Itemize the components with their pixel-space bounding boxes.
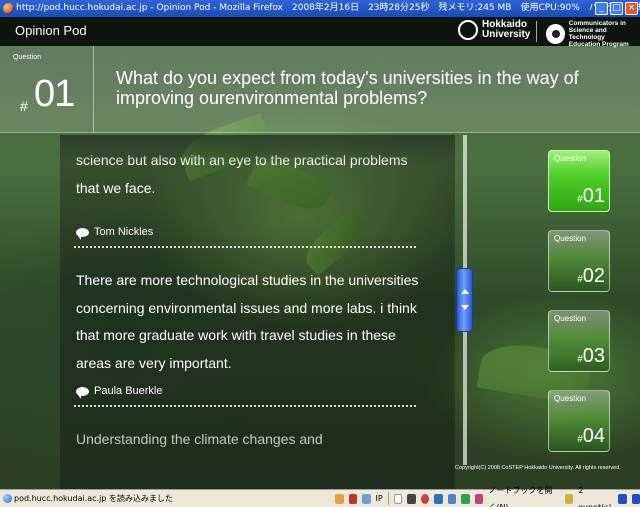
status-addons: IP ノートブックを開く(N) 2 event(s) <box>335 486 640 507</box>
scroll-up-arrow-icon[interactable] <box>461 289 469 294</box>
tile-number: 03 <box>582 345 605 367</box>
window-title: http://pod.hucc.hokudai.ac.jp - Opinion … <box>16 3 640 13</box>
question-hash: # <box>20 98 28 114</box>
app-title: Opinion Pod <box>15 23 87 38</box>
answer-author-name: Paula Buerkle <box>94 385 163 397</box>
hokkaido-university-logo[interactable]: Hokkaido University <box>458 20 530 40</box>
logo-divider <box>536 21 537 42</box>
question-tile-03[interactable]: Question #03 <box>548 310 610 372</box>
logo-program-line2: Science and Technology <box>568 27 607 41</box>
answer-separator <box>74 405 416 407</box>
tile-number: 02 <box>582 265 605 287</box>
costep-logo[interactable]: Communicators in Science and Technology … <box>546 20 640 48</box>
question-number: 01 <box>34 73 75 115</box>
question-label: Question <box>13 54 42 61</box>
status-text: pod.hucc.hokudai.ac.jp を読み込みました <box>14 494 173 503</box>
answer-text: There are more technological studies in … <box>76 272 419 371</box>
fade-bottom <box>60 439 455 489</box>
sync-down-icon[interactable] <box>631 493 640 504</box>
tile-label: Question <box>554 394 587 403</box>
banner-divider <box>93 46 94 133</box>
app-header: Opinion Pod Hokkaido University Communic… <box>0 17 640 48</box>
addon-icon[interactable] <box>461 493 470 504</box>
costep-gear-icon <box>546 24 565 44</box>
ip-label[interactable]: IP <box>376 490 383 507</box>
browser-statusbar: pod.hucc.hokudai.ac.jp を読み込みました IP ノートブッ… <box>0 486 640 507</box>
answers-list[interactable]: science but also with an eye to the prac… <box>60 135 455 489</box>
minimize-button[interactable]: _ <box>595 2 608 15</box>
window-titlebar: http://pod.hucc.hokudai.ac.jp - Opinion … <box>0 0 640 17</box>
firefox-icon <box>3 3 14 14</box>
tile-label: Question <box>554 154 587 163</box>
question-tile-04[interactable]: Question #04 <box>548 390 610 452</box>
tile-number: 04 <box>582 425 605 447</box>
scroll-down-arrow-icon[interactable] <box>461 305 469 310</box>
question-tile-01[interactable]: Question #01 <box>548 150 610 212</box>
addon-icon[interactable] <box>447 493 457 504</box>
speech-bubble-icon <box>76 227 89 240</box>
addon-icon[interactable] <box>420 493 430 504</box>
addon-icon[interactable] <box>434 493 443 504</box>
notebook-icon[interactable] <box>564 493 574 504</box>
answer-separator <box>74 246 416 248</box>
notebook-label[interactable]: ノートブックを開く(N) <box>488 482 560 507</box>
fade-top <box>60 135 455 165</box>
addon-icon[interactable] <box>348 493 357 504</box>
copyright: Copyright(C) 2008 CoSTEP Hokkaido Univer… <box>455 465 621 471</box>
addon-icon[interactable] <box>474 493 484 504</box>
addon-icon[interactable] <box>335 493 344 504</box>
scroll-thumb[interactable] <box>456 268 473 332</box>
question-tile-02[interactable]: Question #02 <box>548 230 610 292</box>
question-banner: Question # 01 What do you expect from to… <box>0 46 640 133</box>
answer-author: Paula Buerkle <box>76 385 163 399</box>
question-text: What do you expect from today's universi… <box>116 68 579 108</box>
japan-flag-icon[interactable] <box>393 493 403 504</box>
checkmark-icon[interactable] <box>362 493 371 504</box>
tile-number: 01 <box>582 185 605 207</box>
logo-program-line1: Communicators in <box>568 20 626 27</box>
logo-university-line2: University <box>482 29 531 40</box>
page-loaded-icon <box>3 494 12 503</box>
tile-label: Question <box>554 234 587 243</box>
events-label[interactable]: 2 event(s) <box>578 482 613 507</box>
answer-author-name: Tom Nickles <box>94 226 154 238</box>
window-controls: _ □ × <box>595 2 638 15</box>
tile-label: Question <box>554 314 587 323</box>
opinion-pod-app: Opinion Pod Hokkaido University Communic… <box>0 17 640 489</box>
sync-up-icon[interactable] <box>618 493 627 504</box>
university-seal-icon <box>458 20 478 40</box>
speech-bubble-icon <box>76 386 89 399</box>
close-button[interactable]: × <box>625 2 638 15</box>
status-separator <box>387 492 389 505</box>
answer-author: Tom Nickles <box>76 226 154 240</box>
maximize-button[interactable]: □ <box>610 2 623 15</box>
addon-icon[interactable] <box>407 493 416 504</box>
